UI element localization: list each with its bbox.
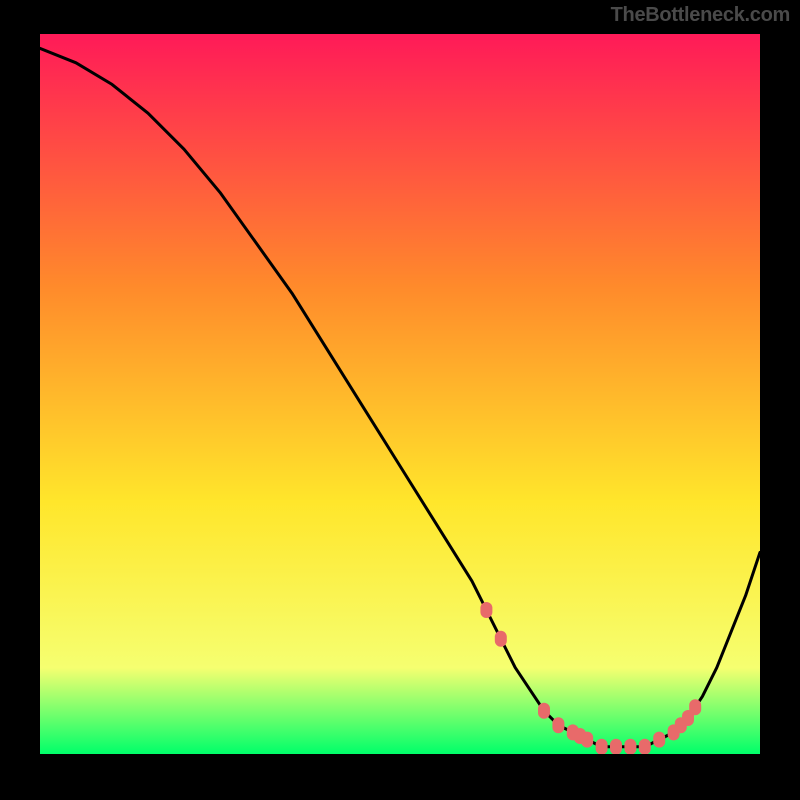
highlight-dot [581,732,593,748]
highlight-dot [610,739,622,754]
highlight-dot [639,739,651,754]
highlight-dot [653,732,665,748]
highlight-dot [538,703,550,719]
chart-container: TheBottleneck.com [0,0,800,800]
highlight-dot [624,739,636,754]
highlight-dot [480,602,492,618]
gradient-bg [40,34,760,754]
highlight-dot [689,699,701,715]
attribution-text: TheBottleneck.com [611,4,790,27]
plot-area [40,34,760,754]
highlight-dot [495,631,507,647]
highlight-dot [596,739,608,754]
chart-svg [40,34,760,754]
highlight-dot [552,717,564,733]
